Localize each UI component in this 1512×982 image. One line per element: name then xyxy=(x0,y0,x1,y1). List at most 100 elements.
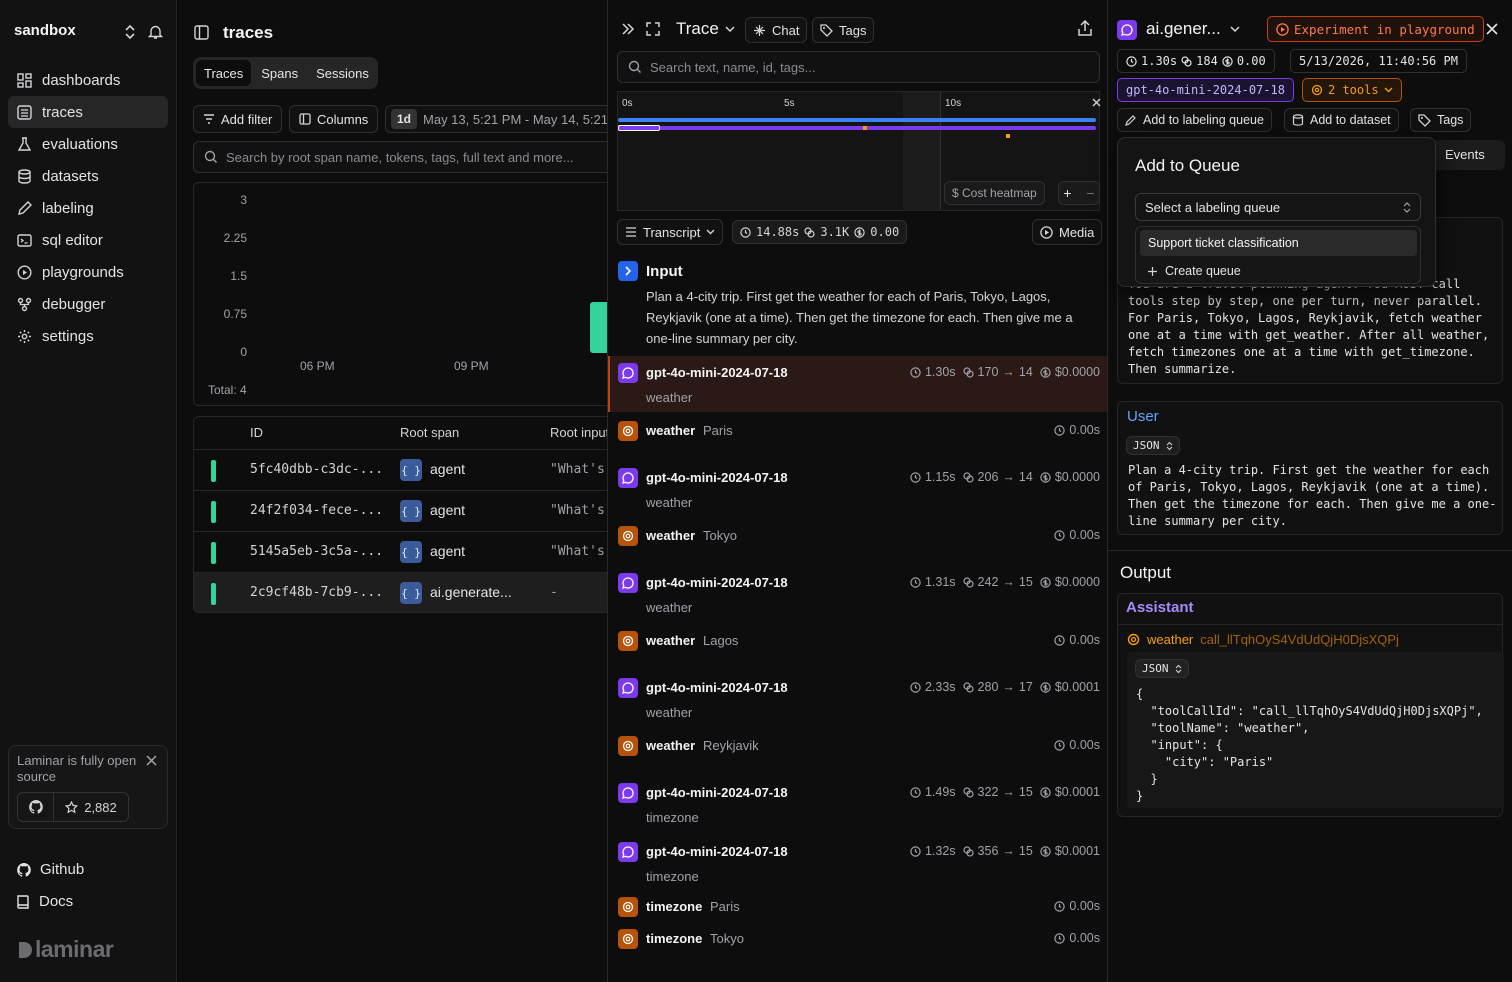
bell-icon[interactable] xyxy=(148,24,163,40)
chevron-down-icon xyxy=(725,26,735,32)
span-title-dropdown[interactable]: ai.gener... xyxy=(1146,19,1240,39)
cost-heatmap-button[interactable]: $ Cost heatmap xyxy=(944,181,1045,205)
status-indicator xyxy=(211,460,216,482)
tab-traces[interactable]: Traces xyxy=(196,60,252,86)
tool-span-icon xyxy=(618,897,638,917)
span-tags-button[interactable]: Tags xyxy=(1410,108,1472,132)
span-duration: 1.30s xyxy=(1141,54,1178,68)
gear-icon xyxy=(1311,84,1323,96)
columns-button[interactable]: Columns xyxy=(289,105,379,133)
tokens-out: 14 xyxy=(1018,470,1033,484)
experiment-playground-button[interactable]: Experiment in playground xyxy=(1267,16,1484,42)
table-row[interactable]: 24f2f034-fece-... { } agent "What's the xyxy=(194,490,622,531)
tool-span-row[interactable]: weather Reykjavik 0.00s xyxy=(608,730,1107,762)
trace-id: 24f2f034-fece-... xyxy=(250,503,384,518)
tab-spans[interactable]: Spans xyxy=(253,60,306,86)
input-row[interactable]: Input Plan a 4-city trip. First get the … xyxy=(608,253,1107,354)
trace-summary: 14.88s 3.1K 0.00 xyxy=(732,220,908,244)
llm-span-row[interactable]: gpt-4o-mini-2024-07-18 weather 1.30s 170 → 14… xyxy=(608,356,1107,412)
trace-view-dropdown[interactable]: Trace xyxy=(676,19,735,39)
timeline-window[interactable] xyxy=(903,92,941,210)
coins-icon xyxy=(962,845,974,857)
timeline-llm-bar[interactable] xyxy=(618,126,1096,130)
chat-button[interactable]: Chat xyxy=(745,17,808,43)
tools-dropdown[interactable]: 2 tools xyxy=(1302,78,1402,102)
columns-icon xyxy=(299,113,311,125)
create-queue-item[interactable]: Create queue xyxy=(1148,264,1241,278)
transcript-dropdown[interactable]: Transcript xyxy=(617,219,724,245)
table-row[interactable]: 5145a5eb-3c5a-... { } agent "What's the xyxy=(194,531,622,572)
add-to-dataset-button[interactable]: Add to dataset xyxy=(1284,108,1399,132)
collapse-panel-icon[interactable] xyxy=(621,22,635,36)
clock-icon xyxy=(1126,55,1137,67)
col-header-root-input[interactable]: Root input xyxy=(550,425,609,440)
nav-sql-editor[interactable]: sql editor xyxy=(8,224,168,256)
nav-labeling[interactable]: labeling xyxy=(8,192,168,224)
zoom-in-icon[interactable]: + xyxy=(1063,185,1071,201)
close-timeline-icon[interactable] xyxy=(1092,98,1101,107)
col-header-id[interactable]: ID xyxy=(250,425,263,440)
llm-span-row[interactable]: gpt-4o-mini-2024-07-18 weather 2.33s 280 → 17… xyxy=(608,671,1107,727)
llm-span-row[interactable]: gpt-4o-mini-2024-07-18 weather 1.15s 206 → 14… xyxy=(608,461,1107,517)
llm-span-row[interactable]: gpt-4o-mini-2024-07-18 timezone 1.49s 322 → 1… xyxy=(608,776,1107,832)
github-link[interactable]: Github xyxy=(16,861,84,878)
chat-label: Chat xyxy=(772,22,800,38)
nav-traces[interactable]: traces xyxy=(8,96,168,128)
timeline-selected-span[interactable] xyxy=(618,125,660,131)
docs-link[interactable]: Docs xyxy=(16,893,73,910)
tags-button[interactable]: Tags xyxy=(812,17,875,43)
tool-span-row[interactable]: weather Lagos 0.00s xyxy=(608,625,1107,657)
tokens-in: 280 xyxy=(977,680,999,694)
nav-playgrounds[interactable]: playgrounds xyxy=(8,256,168,288)
zoom-out-icon[interactable]: − xyxy=(1086,185,1094,201)
project-switcher-icon[interactable] xyxy=(123,24,137,40)
share-icon[interactable] xyxy=(1077,20,1093,37)
tab-events[interactable]: Events xyxy=(1445,147,1485,162)
queue-select[interactable]: Select a labeling queue xyxy=(1135,193,1421,221)
media-button[interactable]: Media xyxy=(1032,219,1103,245)
queue-option[interactable]: Support ticket classification xyxy=(1140,230,1417,256)
database-icon xyxy=(18,168,31,184)
clock-icon xyxy=(1054,900,1066,912)
model-badge[interactable]: gpt-4o-mini-2024-07-18 xyxy=(1117,78,1294,102)
span-duration: 0.00s xyxy=(1069,633,1100,647)
dollar-icon xyxy=(1040,576,1051,588)
add-filter-button[interactable]: Add filter xyxy=(193,105,283,133)
traces-tabs: Traces Spans Sessions xyxy=(193,57,378,89)
tool-span-row[interactable]: weather Tokyo 0.00s xyxy=(608,520,1107,552)
llm-span-row[interactable]: gpt-4o-mini-2024-07-18 weather 1.31s 242 → 15… xyxy=(608,566,1107,622)
sidebar-toggle-icon[interactable] xyxy=(194,25,209,40)
table-row[interactable]: 2c9cf48b-7cb9-... { } ai.generate... - xyxy=(194,572,622,612)
span-cost: $0.0001 xyxy=(1054,680,1100,694)
nav-debugger[interactable]: debugger xyxy=(8,288,168,320)
tool-span-row[interactable]: timezone Paris 0.00s xyxy=(608,891,1107,923)
col-header-root-span[interactable]: Root span xyxy=(400,425,459,440)
format-dropdown[interactable]: JSON xyxy=(1135,659,1189,678)
nav-label: dashboards xyxy=(42,71,121,89)
close-panel-icon[interactable] xyxy=(1486,23,1498,35)
traces-search-input[interactable]: Search by root span name, tokens, tags, … xyxy=(193,141,623,173)
tab-sessions[interactable]: Sessions xyxy=(308,60,377,86)
tool-call-json: JSON { "toolCallId": "call_llTqhOyS4VdUd… xyxy=(1127,652,1504,808)
timeline-root-bar[interactable] xyxy=(618,118,1096,122)
nav-evaluations[interactable]: evaluations xyxy=(8,128,168,160)
format-dropdown[interactable]: JSON xyxy=(1126,436,1180,455)
table-row[interactable]: 5fc40dbb-c3dc-... { } agent "What's the xyxy=(194,449,622,490)
expand-icon[interactable] xyxy=(646,22,660,36)
nav-dashboards[interactable]: dashboards xyxy=(8,64,168,96)
llm-span-row[interactable]: gpt-4o-mini-2024-07-18 timezone 1.32s 356 → 1… xyxy=(608,835,1107,891)
add-to-labeling-queue-button[interactable]: Add to labeling queue xyxy=(1117,108,1272,132)
github-star-button[interactable]: 2,882 xyxy=(17,792,129,822)
gear-icon xyxy=(18,329,31,343)
sparkle-icon xyxy=(754,24,765,36)
llm-span-icon xyxy=(618,573,638,593)
nav-datasets[interactable]: datasets xyxy=(8,160,168,192)
nav-settings[interactable]: settings xyxy=(8,320,168,352)
tool-argument: Tokyo xyxy=(710,931,744,946)
y-tick: 2.25 xyxy=(223,231,247,245)
date-range-picker[interactable]: 1d May 13, 5:21 PM - May 14, 5:21 PM xyxy=(385,105,625,133)
close-icon[interactable] xyxy=(146,755,157,766)
trace-search-input[interactable]: Search text, name, id, tags... xyxy=(617,51,1100,83)
tool-span-row[interactable]: timezone Tokyo 0.00s xyxy=(608,923,1107,955)
tool-span-row[interactable]: weather Paris 0.00s xyxy=(608,415,1107,447)
